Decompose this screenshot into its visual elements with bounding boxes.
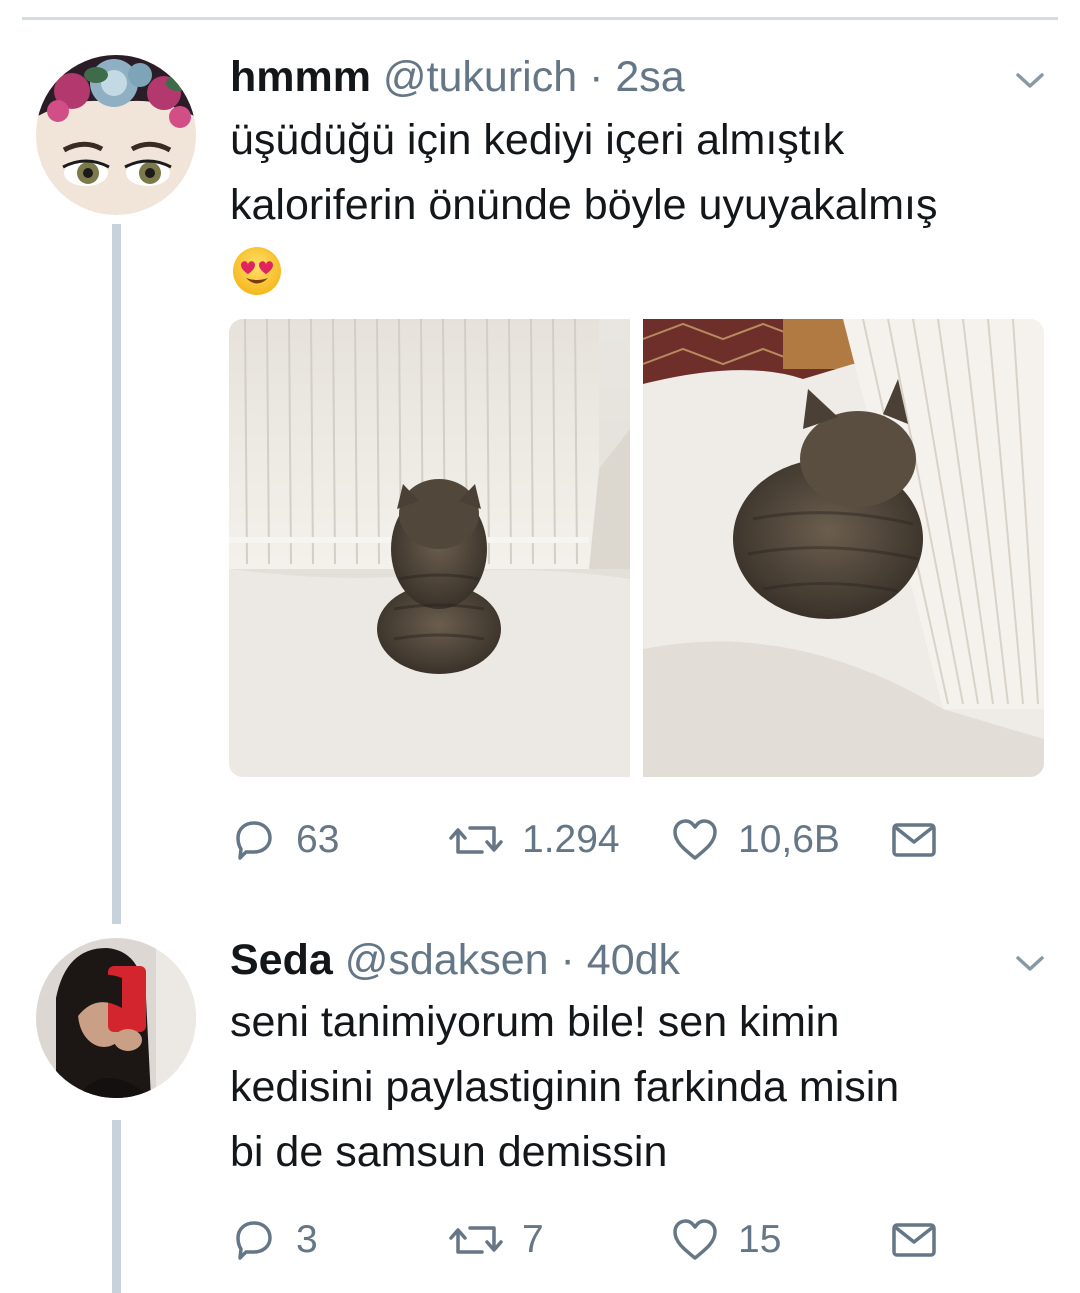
heart-eyes-emoji-icon — [231, 245, 283, 297]
top-divider — [22, 17, 1058, 20]
separator: · — [560, 936, 575, 984]
author-name[interactable]: Seda — [230, 936, 333, 984]
retweet-count: 7 — [522, 1218, 544, 1261]
photo-cat-behind-radiator[interactable] — [229, 319, 630, 777]
reply-icon — [236, 821, 272, 860]
reply-count: 3 — [296, 1218, 318, 1261]
reply-count: 63 — [296, 818, 340, 861]
retweet-button[interactable]: 7 — [448, 1215, 544, 1265]
like-button[interactable]: 10,6B — [670, 815, 840, 865]
reply-icon — [236, 1221, 272, 1260]
tweet-text: üşüdüğü için kediyi içeri almıştık kalor… — [230, 108, 1050, 238]
chevron-down-icon[interactable] — [1010, 65, 1050, 95]
timestamp[interactable]: 2sa — [615, 53, 684, 101]
retweet-count: 1.294 — [522, 818, 620, 861]
like-icon — [673, 819, 717, 860]
tweet-text-line: kedisini paylastiginin farkinda misin — [230, 1063, 900, 1111]
thread-connector — [112, 1120, 121, 1293]
like-button[interactable]: 15 — [670, 1215, 781, 1265]
timestamp[interactable]: 40dk — [587, 936, 680, 984]
tweet-text-line: üşüdüğü için kediyi içeri almıştık — [230, 116, 845, 164]
retweet-button[interactable]: 1.294 — [448, 815, 620, 865]
tweet-media[interactable] — [229, 319, 1044, 777]
tweet-header: hmmm @tukurich · 2sa — [230, 52, 685, 102]
direct-message-button[interactable] — [890, 815, 938, 865]
retweet-icon — [449, 1226, 503, 1254]
tweet-text: seni tanimiyorum bile! sen kimin kedisin… — [230, 990, 1050, 1185]
like-icon — [673, 1219, 717, 1260]
reply-button[interactable]: 3 — [230, 1215, 318, 1265]
avatar[interactable] — [36, 55, 196, 215]
direct-message-icon — [892, 1223, 936, 1257]
tweet-text-line: bi de samsun demissin — [230, 1128, 668, 1176]
chevron-down-icon[interactable] — [1010, 948, 1050, 978]
like-count: 10,6B — [738, 818, 840, 861]
tweet-text-line: seni tanimiyorum bile! sen kimin — [230, 998, 840, 1046]
author-handle[interactable]: @sdaksen — [345, 936, 549, 984]
like-count: 15 — [738, 1218, 782, 1261]
photo-cat-next-to-radiator[interactable] — [642, 319, 1044, 777]
author-name[interactable]: hmmm — [230, 53, 371, 101]
tweet-header: Seda @sdaksen · 40dk — [230, 935, 680, 985]
direct-message-button[interactable] — [890, 1215, 938, 1265]
thread-connector — [112, 224, 121, 924]
retweet-icon — [449, 826, 503, 854]
separator: · — [589, 53, 604, 101]
avatar[interactable] — [36, 938, 196, 1098]
reply-button[interactable]: 63 — [230, 815, 339, 865]
direct-message-icon — [892, 823, 936, 857]
author-handle[interactable]: @tukurich — [383, 53, 577, 101]
tweet-text-line: kaloriferin önünde böyle uyuyakalmış — [230, 181, 938, 229]
